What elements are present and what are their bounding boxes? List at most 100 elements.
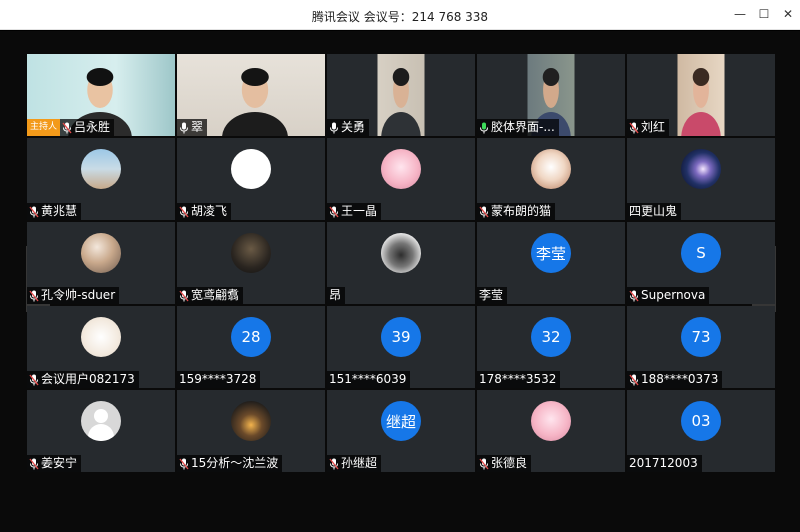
participant-name: 151****6039 (329, 372, 407, 386)
mic-muted-icon (62, 122, 72, 134)
participant-label: 关勇 (327, 119, 370, 136)
participant-tile[interactable]: 32 178****3532 (477, 306, 625, 388)
participant-tile[interactable]: 孔令帅-sduer (27, 222, 175, 304)
mic-speaking-icon (479, 122, 489, 134)
participant-label: 胶体界面-... (477, 119, 559, 136)
participant-label: 201712003 (627, 455, 702, 472)
participant-tile[interactable]: 蒙布朗的猫 (477, 138, 625, 220)
avatar-initials: 28 (231, 317, 271, 357)
mic-muted-icon (629, 122, 639, 134)
participant-tile[interactable]: 28 159****3728 (177, 306, 325, 388)
participant-label: 151****6039 (327, 371, 411, 388)
participant-tile[interactable]: 黄兆慧 (27, 138, 175, 220)
participant-tile[interactable]: 胶体界面-... (477, 54, 625, 136)
participant-name: 关勇 (341, 120, 366, 134)
mic-muted-icon (29, 458, 39, 470)
mic-muted-icon (29, 374, 39, 386)
participant-name: 昂 (329, 288, 342, 302)
avatar (531, 149, 571, 189)
participant-label: 159****3728 (177, 371, 261, 388)
participant-label: 188****0373 (627, 371, 723, 388)
participant-tile[interactable]: 会议用户082173 (27, 306, 175, 388)
participant-tile[interactable]: 15分析～沈兰波 (177, 390, 325, 472)
mic-muted-icon (179, 206, 189, 218)
participant-name: 201712003 (629, 456, 698, 470)
avatar-initials: 03 (681, 401, 721, 441)
avatar (681, 149, 721, 189)
participant-label: 会议用户082173 (27, 371, 139, 388)
participant-name: 15分析～沈兰波 (191, 456, 279, 470)
participant-label: 四更山鬼 (627, 203, 682, 220)
participant-tile[interactable]: 宽鸢翩翥 (177, 222, 325, 304)
mic-muted-icon (479, 458, 489, 470)
participant-name: 刘红 (641, 120, 666, 134)
mic-muted-icon (629, 374, 639, 386)
participant-name: 胶体界面-... (491, 120, 555, 134)
avatar-initials: 39 (381, 317, 421, 357)
participant-tile[interactable]: 王一晶 (327, 138, 475, 220)
participant-tile[interactable]: 刘红 (627, 54, 775, 136)
participant-tile[interactable]: 翠 (177, 54, 325, 136)
participant-name: 翠 (191, 120, 204, 134)
participant-name: 178****3532 (479, 372, 557, 386)
participant-tile[interactable]: 03 201712003 (627, 390, 775, 472)
participant-label: 胡凌飞 (177, 203, 232, 220)
default-avatar-icon (94, 409, 108, 423)
participant-label: 主持人 吕永胜 (27, 119, 115, 136)
avatar (81, 401, 121, 441)
minimize-button[interactable]: — (728, 4, 752, 24)
participant-label: 姜安宁 (27, 455, 82, 472)
avatar (81, 149, 121, 189)
participant-name: 孙继超 (341, 456, 378, 470)
avatar (231, 401, 271, 441)
participant-label: 张德良 (477, 455, 532, 472)
participant-label: 178****3532 (477, 371, 561, 388)
participant-name: 孔令帅-sduer (41, 288, 116, 302)
close-button[interactable]: ✕ (776, 4, 800, 24)
mic-muted-icon (29, 206, 39, 218)
avatar (381, 233, 421, 273)
participant-name: 蒙布朗的猫 (491, 204, 552, 218)
host-badge: 主持人 (27, 119, 61, 136)
mic-muted-icon (629, 290, 639, 302)
mic-icon (329, 122, 339, 134)
participant-label: Supernova (627, 287, 710, 304)
mic-muted-icon (329, 458, 339, 470)
participant-label: 孔令帅-sduer (27, 287, 120, 304)
participant-tile[interactable]: 主持人 吕永胜 (27, 54, 175, 136)
participant-tile[interactable]: 39 151****6039 (327, 306, 475, 388)
participant-tile[interactable]: 李莹 李莹 (477, 222, 625, 304)
mic-icon (179, 122, 189, 134)
maximize-button[interactable]: ☐ (752, 4, 776, 24)
mic-muted-icon (179, 458, 189, 470)
participant-label: 王一晶 (327, 203, 382, 220)
participant-tile[interactable]: 胡凌飞 (177, 138, 325, 220)
mic-muted-icon (479, 206, 489, 218)
participant-name: 黄兆慧 (41, 204, 78, 218)
participant-tile[interactable]: 张德良 (477, 390, 625, 472)
avatar (231, 149, 271, 189)
avatar-initials: S (681, 233, 721, 273)
participant-name: 宽鸢翩翥 (191, 288, 240, 302)
participant-label: 翠 (177, 119, 208, 136)
window-title: 腾讯会议 会议号：214 768 338 (311, 10, 489, 24)
participant-tile[interactable]: 姜安宁 (27, 390, 175, 472)
avatar-initials: 32 (531, 317, 571, 357)
participant-name: 159****3728 (179, 372, 257, 386)
participant-tile[interactable]: 关勇 (327, 54, 475, 136)
avatar (81, 233, 121, 273)
participant-tile[interactable]: 继超 孙继超 (327, 390, 475, 472)
participant-label: 孙继超 (327, 455, 382, 472)
participant-tile[interactable]: 四更山鬼 (627, 138, 775, 220)
mic-muted-icon (29, 290, 39, 302)
participant-name: 王一晶 (341, 204, 378, 218)
participant-tile[interactable]: 73 188****0373 (627, 306, 775, 388)
participant-tile[interactable]: 昂 (327, 222, 475, 304)
avatar-initials: 李莹 (531, 233, 571, 273)
participant-label: 宽鸢翩翥 (177, 287, 244, 304)
avatar (231, 233, 271, 273)
video-gallery: 主持人 吕永胜 翠 关勇 胶体界面-... 刘红黄兆慧 胡凌飞 王一晶 蒙布朗的猫 四更山鬼孔令帅… (0, 31, 800, 532)
participant-name: 张德良 (491, 456, 528, 470)
mic-muted-icon (179, 290, 189, 302)
participant-tile[interactable]: S Supernova (627, 222, 775, 304)
